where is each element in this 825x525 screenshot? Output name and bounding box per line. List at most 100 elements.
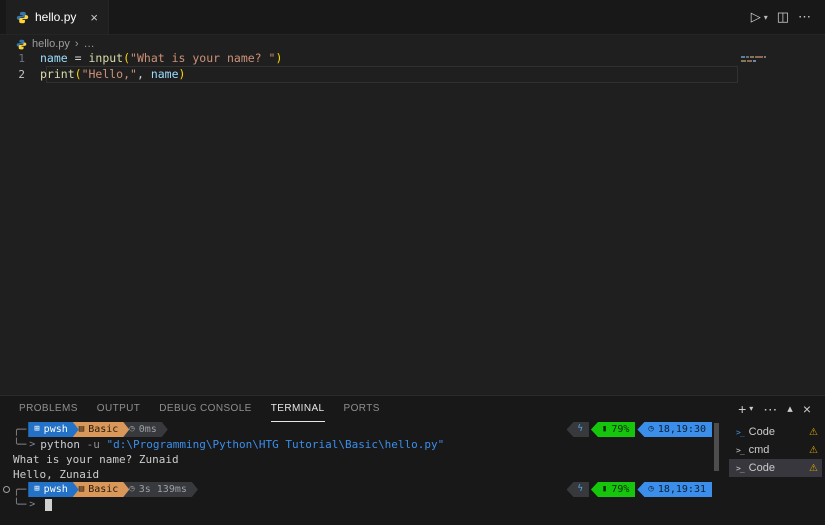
prompt-segments: ⊞pwsh ▤ Basic ◷ 0ms — [28, 422, 162, 437]
prompt-right-segments: ϟ ▮ 79% ◷18,19:30 — [567, 422, 713, 437]
token-paren: ( — [75, 67, 82, 81]
new-terminal-button[interactable]: + — [738, 402, 746, 416]
terminal-icon: >_ — [736, 428, 744, 437]
python-file-icon — [16, 39, 27, 50]
token-string: "What is your name? " — [130, 51, 275, 65]
tab-close-icon[interactable]: × — [90, 11, 98, 24]
timer-icon: ◷ — [129, 485, 134, 494]
terminal-tab-code-1[interactable]: >_ Code ⚠ — [729, 423, 822, 441]
vscode-window: hello.py × ▷ ▾ ◫ ⋯ hello.py › … 1 name =… — [0, 0, 825, 525]
panel-header: PROBLEMS OUTPUT DEBUG CONSOLE TERMINAL P… — [0, 396, 825, 422]
terminal-output-line: What is your name? Zunaid — [0, 452, 724, 467]
terminal-tab-cmd[interactable]: >_ cmd ⚠ — [729, 441, 822, 459]
prompt-frame-top: ╭─ — [13, 483, 26, 496]
battery-segment: ▮ 79% — [591, 422, 635, 437]
output-text: What is your name? Zunaid — [13, 453, 179, 466]
prompt-frame-top: ╭─ — [13, 423, 26, 436]
editor-more-actions-icon[interactable]: ⋯ — [798, 9, 811, 25]
terminal-viewport[interactable]: ╭─ ⊞pwsh ▤Basic ◷0ms ϟ ▮79% ◷18,19:30 ╰─ — [0, 422, 724, 525]
tab-problems[interactable]: PROBLEMS — [19, 396, 78, 422]
tab-ports[interactable]: PORTS — [344, 396, 380, 422]
prompt-chevron-icon: > — [29, 439, 35, 450]
terminal-tab-code-2[interactable]: >_ Code ⚠ — [729, 459, 822, 477]
power-icon: ϟ — [578, 425, 583, 434]
panel-body: ╭─ ⊞pwsh ▤Basic ◷0ms ϟ ▮79% ◷18,19:30 ╰─ — [0, 422, 825, 525]
clock-icon: ◷ — [648, 485, 653, 494]
powershell-icon: ⊞ — [34, 425, 39, 434]
terminal-input-line[interactable]: ╰─ > — [0, 497, 724, 512]
powershell-icon: ⊞ — [34, 485, 39, 494]
timer-icon: ◷ — [129, 425, 134, 434]
minimap-line — [741, 60, 801, 62]
shell-segment: ⊞ pwsh — [28, 482, 79, 497]
terminal-icon: >_ — [736, 464, 744, 473]
terminal-tab-label: cmd — [749, 444, 770, 456]
folder-icon: ▤ — [79, 425, 84, 434]
breadcrumb-separator-icon: › — [75, 38, 79, 50]
tab-output[interactable]: OUTPUT — [97, 396, 141, 422]
prompt-frame-bottom: ╰─ — [13, 438, 26, 451]
clock-segment: ◷18,19:30 — [637, 422, 712, 437]
code-editor[interactable]: 1 name = input("What is your name? ") 2 … — [0, 50, 825, 395]
run-python-file-button[interactable]: ▷ — [751, 9, 761, 25]
tab-debug-console[interactable]: DEBUG CONSOLE — [159, 396, 251, 422]
battery-icon: ▮ — [602, 425, 607, 434]
terminal-tabs-list: >_ Code ⚠ >_ cmd ⚠ >_ Code ⚠ — [729, 423, 822, 477]
panel-actions: + ▾ ⋯ ▴ × — [738, 402, 811, 416]
folder-name: Basic — [88, 484, 118, 495]
minimap-line — [741, 56, 801, 58]
warning-icon: ⚠ — [809, 445, 818, 456]
minimap[interactable] — [741, 56, 801, 64]
breadcrumb-symbol[interactable]: … — [84, 38, 95, 50]
line-number: 1 — [0, 52, 40, 65]
token-function: input — [88, 51, 123, 65]
terminal-tab-label: Code — [749, 426, 775, 438]
line-number: 2 — [0, 68, 40, 81]
tab-hello-py[interactable]: hello.py × — [6, 0, 109, 34]
command-program: python — [40, 438, 80, 451]
token-paren: ( — [123, 51, 130, 65]
token-string: "Hello," — [82, 67, 137, 81]
status-segment: ϟ — [567, 422, 589, 437]
close-panel-icon[interactable]: × — [803, 402, 811, 416]
battery-value: 79% — [611, 424, 629, 435]
terminal-dropdown-icon[interactable]: ▾ — [749, 405, 753, 413]
split-editor-icon[interactable]: ◫ — [777, 9, 789, 25]
battery-segment: ▮ 79% — [591, 482, 635, 497]
duration-segment: ◷ 0ms — [123, 422, 167, 437]
duration-value: 0ms — [139, 424, 157, 435]
folder-name: Basic — [88, 424, 118, 435]
shell-name: pwsh — [44, 484, 68, 495]
tab-terminal[interactable]: TERMINAL — [271, 396, 325, 422]
terminal-tab-label: Code — [749, 462, 775, 474]
duration-value: 3s 139ms — [139, 484, 187, 495]
run-dropdown-icon[interactable]: ▾ — [764, 13, 768, 22]
folder-segment: ▤ Basic — [73, 422, 130, 437]
bottom-panel: PROBLEMS OUTPUT DEBUG CONSOLE TERMINAL P… — [0, 395, 825, 525]
token-paren: ) — [179, 67, 186, 81]
prompt-right-segments: ϟ ▮ 79% ◷18,19:31 — [567, 482, 713, 497]
folder-icon: ▤ — [79, 485, 84, 494]
panel-more-actions-icon[interactable]: ⋯ — [763, 402, 777, 416]
token-variable: name — [40, 51, 68, 65]
warning-icon: ⚠ — [809, 463, 818, 474]
token-function: print — [40, 67, 75, 81]
token-paren: ) — [275, 51, 282, 65]
code-line-1: 1 name = input("What is your name? ") — [0, 50, 825, 66]
power-icon: ϟ — [578, 485, 583, 494]
terminal-scrollbar[interactable] — [714, 423, 719, 471]
maximize-panel-icon[interactable]: ▴ — [787, 404, 793, 415]
code-line-2: 2 print("Hello,", name) — [0, 66, 825, 82]
tab-label: hello.py — [35, 10, 76, 24]
duration-segment: ◷ 3s 139ms — [123, 482, 198, 497]
token-comma: , — [137, 67, 144, 81]
breadcrumb-file[interactable]: hello.py — [32, 38, 70, 50]
battery-icon: ▮ — [602, 485, 607, 494]
clock-segment: ◷18,19:31 — [637, 482, 712, 497]
command-flag: -u — [80, 438, 107, 451]
battery-value: 79% — [611, 484, 629, 495]
token-variable: name — [144, 67, 179, 81]
token-operator: = — [68, 51, 89, 65]
command-decoration-icon[interactable] — [3, 486, 10, 493]
shell-segment: ⊞pwsh — [28, 422, 79, 437]
